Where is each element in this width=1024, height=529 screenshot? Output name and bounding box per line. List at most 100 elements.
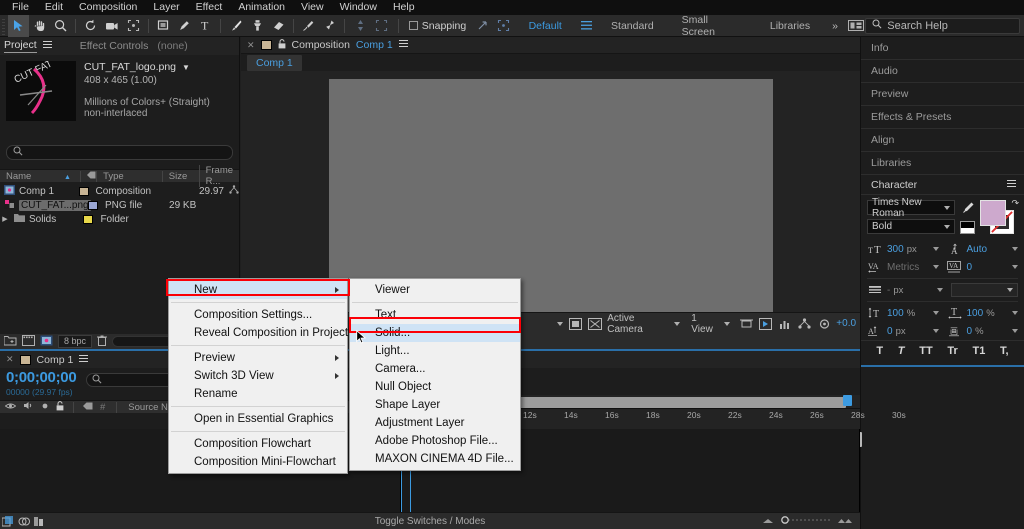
workspace-edit-icon[interactable]	[846, 15, 865, 37]
submenu-item-light[interactable]: Light...	[350, 342, 520, 360]
camera-tool-icon[interactable]	[102, 15, 123, 37]
snap-arrow-icon[interactable]	[472, 15, 493, 37]
delete-icon[interactable]	[97, 335, 108, 349]
timeline-zoom-control[interactable]	[762, 515, 852, 527]
zoom-out-icon[interactable]	[762, 515, 774, 527]
chevron-down-icon[interactable]	[1012, 311, 1018, 315]
timeline-graph-icon[interactable]	[778, 317, 793, 331]
zoom-slider[interactable]	[780, 515, 832, 527]
eraser-tool-icon[interactable]	[268, 15, 289, 37]
chevron-down-icon[interactable]	[1012, 329, 1018, 333]
comp-flowchart-icon[interactable]	[797, 317, 812, 331]
timeline-comp-name[interactable]: Comp 1	[37, 354, 74, 366]
view-layout-select[interactable]: 1 View	[691, 313, 730, 335]
faux-bold-button[interactable]: T	[876, 345, 883, 357]
audio-icon[interactable]	[23, 401, 34, 413]
baseline-shift-field[interactable]: A 0 px	[867, 324, 939, 338]
dock-panel-align[interactable]: Align	[861, 129, 1024, 152]
workspace-small-screen[interactable]: Small Screen	[668, 14, 756, 38]
composition-context-menu[interactable]: New Composition Settings... Reveal Compo…	[168, 278, 348, 474]
context-menu-item-open-essential-graphics[interactable]: Open in Essential Graphics	[169, 410, 347, 428]
hand-tool-icon[interactable]	[29, 15, 50, 37]
menu-animation[interactable]: Animation	[230, 0, 293, 15]
rotation-tool-icon[interactable]	[80, 15, 101, 37]
toggle-mask-icon[interactable]	[588, 317, 603, 331]
pixel-aspect-correction-icon[interactable]	[739, 317, 754, 331]
tab-comp-1[interactable]: Comp 1	[247, 54, 302, 71]
vertical-scale-field[interactable]: T 100 %	[867, 306, 939, 320]
bit-depth-button[interactable]: 8 bpc	[58, 335, 93, 348]
chevron-down-icon[interactable]	[1012, 247, 1018, 251]
submenu-item-photoshop-file[interactable]: Adobe Photoshop File...	[350, 432, 520, 450]
project-panel-menu-icon[interactable]	[42, 40, 52, 52]
context-menu-item-reveal-composition[interactable]: Reveal Composition in Project	[169, 324, 348, 342]
font-family-select[interactable]: Times New Roman	[867, 197, 955, 219]
context-menu-item-composition-settings[interactable]: Composition Settings...	[169, 306, 347, 324]
table-row[interactable]: ▶ Solids Folder	[0, 212, 239, 226]
toolbar-grip[interactable]	[0, 14, 8, 37]
tracking-field[interactable]: VA 0	[947, 260, 1018, 274]
current-timecode[interactable]: 0;00;00;00	[6, 370, 77, 385]
graph-editor-icon[interactable]	[32, 516, 48, 527]
column-type[interactable]: Type	[96, 170, 162, 182]
exposure-value[interactable]: +0.0	[836, 318, 856, 329]
menu-edit[interactable]: Edit	[37, 0, 71, 15]
active-camera-select[interactable]: Active Camera	[607, 313, 681, 335]
context-menu-item-composition-flowchart[interactable]: Composition Flowchart	[169, 435, 347, 453]
anchor-point-tool-icon[interactable]	[349, 15, 370, 37]
transfer-controls-icon[interactable]	[16, 516, 32, 527]
close-icon[interactable]: ✕	[6, 354, 14, 365]
stroke-type-select[interactable]	[951, 283, 1018, 297]
fast-previews-icon[interactable]	[758, 317, 773, 331]
column-framerate[interactable]: Frame R...	[198, 165, 239, 187]
workspace-standard[interactable]: Standard	[597, 20, 668, 32]
horizontal-scale-field[interactable]: T 100 %	[947, 306, 1018, 320]
asset-name[interactable]: CUT_FAT_logo.png ▼	[84, 61, 210, 73]
context-menu-item-switch-3d-view[interactable]: Switch 3D View	[169, 367, 347, 385]
new-composition-icon[interactable]	[22, 334, 35, 349]
submenu-item-adjustment-layer[interactable]: Adjustment Layer	[350, 414, 520, 432]
new-submenu[interactable]: Viewer Text Solid... Light... Camera... …	[349, 278, 521, 471]
context-menu-item-new[interactable]: New	[169, 281, 347, 299]
stroke-width-field[interactable]: - px	[867, 283, 943, 297]
menu-layer[interactable]: Layer	[145, 0, 187, 15]
menu-help[interactable]: Help	[385, 0, 423, 15]
superscript-button[interactable]: T1	[972, 345, 985, 357]
all-caps-button[interactable]: TT	[919, 345, 932, 357]
small-caps-button[interactable]: Tr	[947, 345, 957, 357]
menu-window[interactable]: Window	[332, 0, 385, 15]
chevron-down-icon[interactable]	[932, 329, 939, 333]
video-visibility-icon[interactable]	[4, 402, 17, 413]
lock-icon[interactable]	[56, 400, 64, 414]
close-icon[interactable]: ✕	[247, 40, 255, 51]
zoom-in-icon[interactable]	[838, 515, 852, 527]
submenu-item-solid[interactable]: Solid...	[350, 324, 520, 342]
chevron-down-icon[interactable]	[932, 265, 939, 269]
new-folder-icon[interactable]	[3, 335, 17, 349]
solo-icon[interactable]	[41, 402, 49, 413]
current-time-indicator-head[interactable]	[843, 395, 852, 406]
mask-tool-icon[interactable]	[371, 15, 392, 37]
chevron-down-icon[interactable]	[937, 288, 943, 292]
column-label-swatch[interactable]	[80, 170, 96, 182]
chevron-down-icon[interactable]	[932, 311, 939, 315]
snapping-toggle[interactable]: Snapping	[403, 20, 472, 32]
region-of-interest-icon[interactable]	[123, 15, 144, 37]
context-menu-item-composition-mini-flowchart[interactable]: Composition Mini-Flowchart	[169, 453, 347, 471]
zoom-tool-icon[interactable]	[50, 15, 71, 37]
submenu-item-shape-layer[interactable]: Shape Layer	[350, 396, 520, 414]
font-style-select[interactable]: Bold	[867, 219, 955, 234]
context-menu-item-rename[interactable]: Rename	[169, 385, 347, 403]
lock-icon[interactable]	[278, 38, 286, 52]
roto-brush-tool-icon[interactable]	[298, 15, 319, 37]
snap-box-icon[interactable]	[493, 15, 514, 37]
dock-panel-info[interactable]: Info	[861, 37, 1024, 60]
menu-view[interactable]: View	[293, 0, 332, 15]
tsume-field[interactable]: 画 0 %	[947, 324, 1018, 338]
timeline-panel-menu-icon[interactable]	[79, 354, 89, 366]
layer-switches-icon[interactable]	[0, 515, 16, 527]
exposure-reset-icon[interactable]	[817, 317, 832, 331]
folder-expand-arrow-icon[interactable]: ▶	[0, 215, 10, 223]
kerning-field[interactable]: VA Metrics	[867, 260, 939, 274]
layer-number-column[interactable]: #	[100, 402, 105, 413]
